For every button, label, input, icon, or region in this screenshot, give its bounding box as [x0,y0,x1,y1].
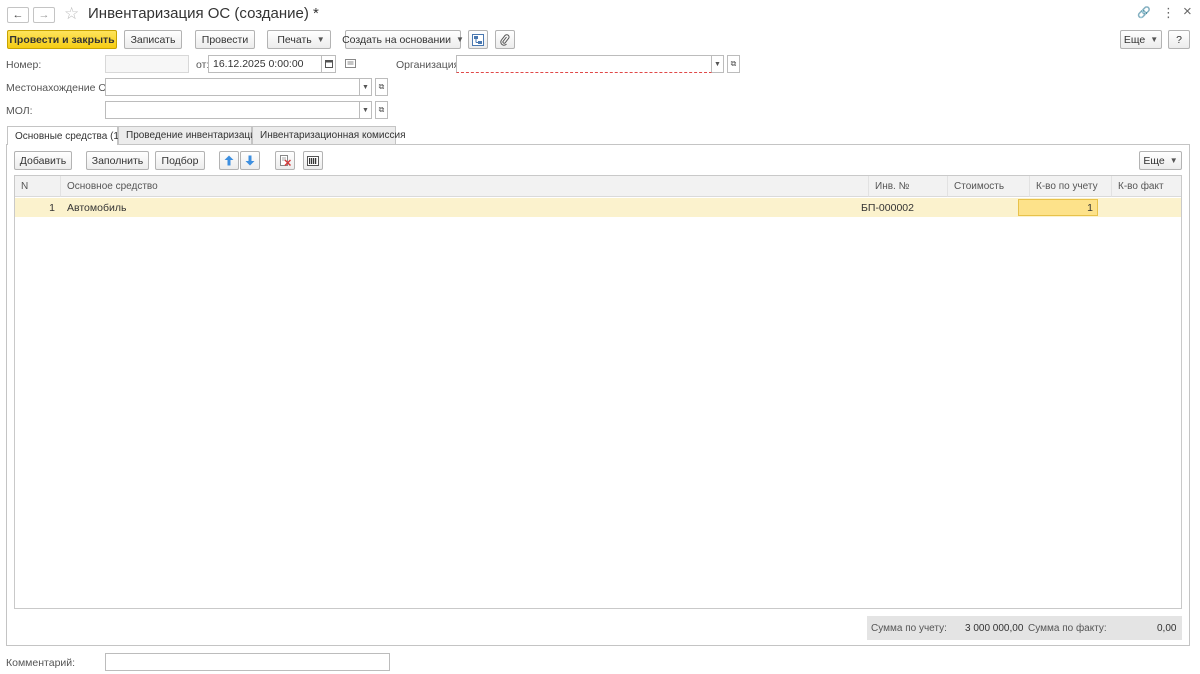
print-label: Печать [277,33,312,46]
location-open-button[interactable]: ⧉ [375,78,388,96]
column-header-n[interactable]: N [15,176,61,197]
create-based-on-label: Создать на основании [342,33,452,46]
barcode-icon [307,155,319,166]
total-book-label: Сумма по учету: [871,623,947,634]
location-dropdown-button[interactable]: ▼ [360,78,372,96]
table-more-label: Еще [1143,154,1165,167]
comment-label: Комментарий: [6,657,76,669]
link-icon[interactable]: 🔗 [1137,6,1151,19]
chevron-down-icon: ▼ [714,60,721,68]
mol-label: МОЛ: [6,105,33,117]
column-header-qty-fact[interactable]: К-во факт [1112,176,1181,197]
arrow-right-icon: → [38,9,50,21]
save-button[interactable]: Записать [124,30,182,49]
more-label: Еще [1123,33,1146,46]
select-button[interactable]: Подбор [155,151,205,170]
arrow-down-icon [245,155,255,166]
attach-button[interactable] [495,30,515,49]
date-history-icon[interactable] [345,58,356,72]
structure-icon [472,33,484,46]
open-icon: ⧉ [378,105,385,114]
column-header-inv[interactable]: Инв. № [869,176,948,197]
chevron-down-icon: ▼ [362,83,369,91]
post-and-close-button[interactable]: Провести и закрыть [7,30,117,49]
organization-field[interactable] [456,55,712,73]
column-header-qty-book[interactable]: К-во по учету [1030,176,1112,197]
chevron-down-icon: ▼ [456,35,464,44]
delete-icon [279,155,291,166]
number-field[interactable] [105,55,189,73]
mol-dropdown-button[interactable]: ▼ [360,101,372,119]
help-button[interactable]: ? [1168,30,1190,49]
arrow-left-icon: ← [12,9,24,21]
menu-dots-icon[interactable]: ⋮ [1162,5,1175,21]
total-book-value: 3 000 000,00 [965,623,1024,634]
print-button[interactable]: Печать ▼ [267,30,331,49]
move-down-button[interactable] [240,151,260,170]
cell-qty-book[interactable]: 1 [1018,199,1098,216]
post-button[interactable]: Провести [195,30,255,49]
favorite-star-icon[interactable]: ☆ [64,4,79,24]
page-title: Инвентаризация ОС (создание) * [88,5,319,22]
organization-open-button[interactable]: ⧉ [727,55,740,73]
organization-label: Организация: [396,59,463,71]
cell-asset[interactable]: Автомобиль [61,198,869,217]
chevron-down-icon: ▼ [316,35,325,44]
calendar-icon [324,60,333,68]
table-more-button[interactable]: Еще ▼ [1139,151,1182,170]
cell-qty-fact[interactable] [1098,198,1167,217]
more-button[interactable]: Еще ▼ [1120,30,1162,49]
column-header-asset[interactable]: Основное средство [61,176,869,197]
column-header-cost[interactable]: Стоимость [948,176,1030,197]
tab-inventory-conduct[interactable]: Проведение инвентаризации [118,126,261,144]
chevron-down-icon: ▼ [1169,156,1178,165]
number-label: Номер: [6,59,42,71]
add-button[interactable]: Добавить [14,151,72,170]
chevron-down-icon: ▼ [362,106,369,114]
date-field[interactable]: 16.12.2025 0:00:00 [208,55,322,73]
create-based-on-button[interactable]: Создать на основании ▼ [342,30,464,49]
mol-field[interactable] [105,101,360,119]
total-fact-label: Сумма по факту: [1028,623,1107,634]
close-icon[interactable]: × [1183,3,1192,20]
chevron-down-icon: ▼ [1150,35,1159,44]
forward-button[interactable]: → [33,7,55,23]
arrow-up-icon [224,155,234,166]
total-fact-value: 0,00 [1157,623,1177,634]
open-icon: ⧉ [730,59,737,68]
open-icon: ⧉ [378,82,385,91]
cell-n: 1 [49,201,55,214]
organization-dropdown-button[interactable]: ▼ [712,55,724,73]
location-field[interactable] [105,78,360,96]
tab-fixed-assets[interactable]: Основные средства (1) [7,126,122,145]
delete-row-button[interactable] [275,151,295,170]
barcode-button[interactable] [303,151,323,170]
paperclip-icon [500,33,510,46]
totals-bar: Сумма по учету: 3 000 000,00 Сумма по фа… [867,616,1182,640]
comment-field[interactable] [105,653,390,671]
cell-inv[interactable]: БП-000002 [855,198,934,217]
structure-button[interactable] [468,30,488,49]
tab-inventory-commission[interactable]: Инвентаризационная комиссия [252,126,406,144]
cell-cost[interactable] [934,198,1016,217]
back-button[interactable]: ← [7,7,29,23]
location-label: Местонахождение ОС: [6,82,118,94]
fill-button[interactable]: Заполнить [86,151,149,170]
fixed-assets-table[interactable]: N Основное средство Инв. № Стоимость К-в… [14,175,1182,609]
table-row[interactable]: 1 Автомобиль БП-000002 1 [15,198,1181,217]
calendar-button[interactable] [321,55,336,73]
mol-open-button[interactable]: ⧉ [375,101,388,119]
move-up-button[interactable] [219,151,239,170]
